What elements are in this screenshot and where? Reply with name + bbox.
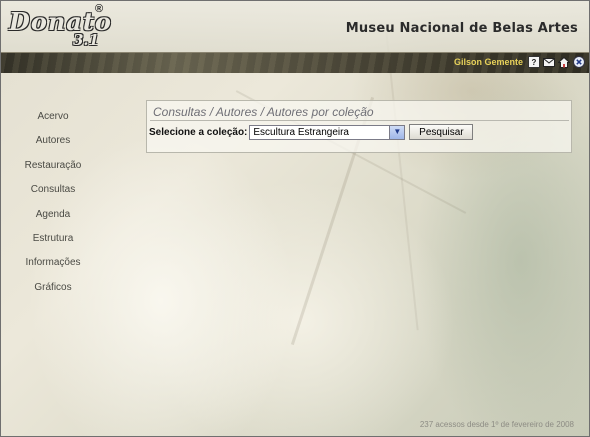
- help-icon[interactable]: ?: [528, 56, 540, 68]
- chevron-down-icon[interactable]: ▼: [389, 125, 405, 139]
- museum-title: Museu Nacional de Belas Artes: [345, 21, 578, 36]
- collection-select[interactable]: Escultura Estrangeira ▼: [249, 124, 406, 140]
- collection-label: Selecione a coleção:: [149, 126, 248, 138]
- sidebar-item-informacoes[interactable]: Informações: [1, 255, 105, 279]
- donato-logo[interactable]: Donato 3.1 ®: [9, 3, 111, 51]
- home-icon[interactable]: [558, 56, 570, 68]
- collection-selected-value: Escultura Estrangeira: [253, 126, 349, 138]
- mail-icon[interactable]: [543, 56, 555, 68]
- sidebar-item-consultas[interactable]: Consultas: [1, 182, 105, 206]
- search-button[interactable]: Pesquisar: [409, 124, 474, 140]
- query-panel: Consultas / Autores / Autores por coleçã…: [146, 100, 572, 153]
- sidebar-item-estrutura[interactable]: Estrutura: [1, 231, 105, 255]
- header: Donato 3.1 ® Museu Nacional de Belas Art…: [1, 1, 589, 52]
- breadcrumb: Consultas / Autores / Autores por coleçã…: [150, 104, 569, 121]
- logo-version: 3.1: [73, 31, 100, 49]
- collection-form: Selecione a coleção: Escultura Estrangei…: [149, 123, 474, 141]
- page-frame: Donato 3.1 ® Museu Nacional de Belas Art…: [0, 0, 590, 437]
- sidebar-item-autores[interactable]: Autores: [1, 133, 105, 157]
- sidebar-nav: Acervo Autores Restauração Consultas Age…: [1, 109, 105, 304]
- sidebar-item-agenda[interactable]: Agenda: [1, 207, 105, 231]
- sidebar-item-acervo[interactable]: Acervo: [1, 109, 105, 133]
- user-actions: ?: [528, 56, 585, 68]
- sidebar-item-graficos[interactable]: Gráficos: [1, 280, 105, 304]
- access-counter: 237 acessos desde 1º de fevereiro de 200…: [419, 420, 574, 429]
- registered-mark: ®: [95, 3, 104, 15]
- sidebar-item-restauracao[interactable]: Restauração: [1, 158, 105, 182]
- user-name[interactable]: Gilson Gemente: [454, 57, 523, 67]
- user-bar: Gilson Gemente ?: [1, 52, 589, 73]
- background-texture: [385, 31, 419, 331]
- logout-icon[interactable]: [573, 56, 585, 68]
